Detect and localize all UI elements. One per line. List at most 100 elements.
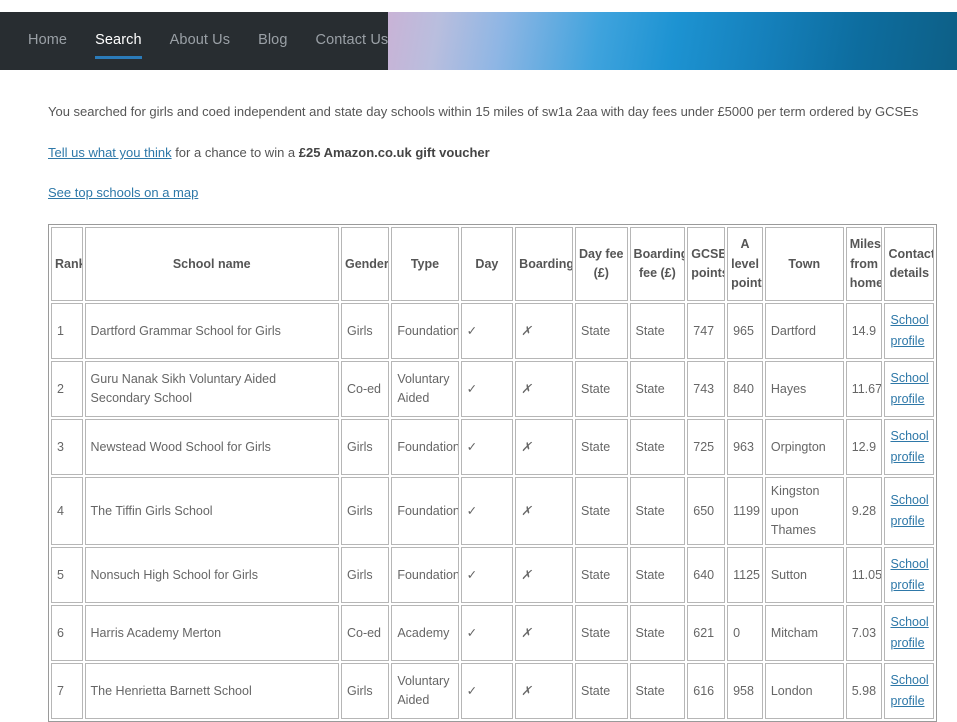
column-header-gender[interactable]: Gender (340, 227, 390, 302)
cell-miles-from-home: 5.98 (845, 663, 883, 720)
cell-town: Orpington (764, 419, 844, 476)
cell-contact-details: School profile (884, 419, 934, 476)
nav-item-blog[interactable]: Blog (258, 32, 287, 50)
cell-miles-from-home: 14.9 (845, 303, 883, 360)
cell-a-level-points: 963 (727, 419, 763, 476)
school-profile-link[interactable]: School profile (890, 313, 928, 348)
column-header-school-name[interactable]: School name (84, 227, 339, 302)
results-table-body: 1 Dartford Grammar School for Girls Girls F… (51, 303, 934, 720)
school-profile-link[interactable]: School profile (890, 371, 928, 406)
column-header-contact-details[interactable]: Contact details (884, 227, 934, 302)
feedback-voucher-text: £25 Amazon.co.uk gift voucher (298, 145, 490, 161)
cell-boarding-fee: State (629, 361, 686, 418)
column-header-miles-from-home[interactable]: Miles from home (845, 227, 883, 302)
cell-school-name: Dartford Grammar School for Girls (84, 303, 339, 360)
cell-contact-details: School profile (884, 303, 934, 360)
table-row: 2 Guru Nanak Sikh Voluntary Aided Seconda… (51, 361, 934, 418)
cell-day: ✓ (460, 605, 514, 662)
nav-item-search[interactable]: Search (95, 32, 142, 59)
search-summary-text: You searched for girls and coed independ… (48, 104, 919, 119)
nav-item-contact-us[interactable]: Contact Us (316, 32, 389, 50)
cell-town: Mitcham (764, 605, 844, 662)
cell-gender: Co-ed (340, 605, 390, 662)
school-profile-link[interactable]: School profile (890, 429, 928, 464)
school-profile-link[interactable]: School profile (890, 673, 928, 708)
cell-a-level-points: 965 (727, 303, 763, 360)
cell-day: ✓ (460, 361, 514, 418)
page-content: You searched for girls and coed independ… (0, 103, 957, 722)
cell-boarding-fee: State (629, 605, 686, 662)
site-header: Home Search About Us Blog Contact Us (0, 12, 957, 70)
main-navigation: Home Search About Us Blog Contact Us (0, 12, 388, 70)
cell-miles-from-home: 12.9 (845, 419, 883, 476)
table-row: 6 Harris Academy Merton Co-ed Academy ✓ ✗ Stat… (51, 605, 934, 662)
cell-school-name: The Tiffin Girls School (84, 477, 339, 546)
cell-type: Voluntary Aided (391, 663, 459, 720)
cell-type: Foundation (391, 303, 459, 360)
column-header-rank[interactable]: Rank (51, 227, 83, 302)
cell-school-name: Newstead Wood School for Girls (84, 419, 339, 476)
cell-gcse-points: 621 (687, 605, 726, 662)
map-line: See top schools on a map (48, 185, 957, 200)
table-row: 5 Nonsuch High School for Girls Girls Found… (51, 547, 934, 604)
results-table-head: Rank School name Gender Type Day Boardin… (51, 227, 934, 302)
see-schools-on-map-link[interactable]: See top schools on a map (48, 185, 198, 200)
cell-contact-details: School profile (884, 361, 934, 418)
cell-rank: 6 (51, 605, 83, 662)
cell-rank: 1 (51, 303, 83, 360)
header-banner-gradient (388, 12, 957, 70)
cell-day: ✓ (460, 419, 514, 476)
column-header-type[interactable]: Type (391, 227, 459, 302)
cell-town: Dartford (764, 303, 844, 360)
cell-boarding-fee: State (629, 547, 686, 604)
column-header-day-fee[interactable]: Day fee (£) (574, 227, 628, 302)
cell-contact-details: School profile (884, 477, 934, 546)
cell-miles-from-home: 11.05 (845, 547, 883, 604)
table-row: 1 Dartford Grammar School for Girls Girls F… (51, 303, 934, 360)
cell-gender: Girls (340, 477, 390, 546)
feedback-link[interactable]: Tell us what you think (48, 145, 172, 160)
cell-type: Foundation (391, 547, 459, 604)
school-profile-link[interactable]: School profile (890, 557, 928, 592)
cell-town: London (764, 663, 844, 720)
cell-contact-details: School profile (884, 663, 934, 720)
table-row: 3 Newstead Wood School for Girls Girls Foun… (51, 419, 934, 476)
cell-miles-from-home: 7.03 (845, 605, 883, 662)
cell-a-level-points: 958 (727, 663, 763, 720)
cell-gender: Girls (340, 663, 390, 720)
cell-school-name: Harris Academy Merton (84, 605, 339, 662)
cell-boarding: ✗ (515, 663, 573, 720)
cell-day-fee: State (574, 361, 628, 418)
cell-boarding-fee: State (629, 419, 686, 476)
cell-town: Sutton (764, 547, 844, 604)
cell-type: Foundation (391, 477, 459, 546)
column-header-a-level-points[interactable]: A level points (727, 227, 763, 302)
column-header-town[interactable]: Town (764, 227, 844, 302)
cell-day-fee: State (574, 419, 628, 476)
school-profile-link[interactable]: School profile (890, 615, 928, 650)
cell-a-level-points: 1199 (727, 477, 763, 546)
cell-day: ✓ (460, 663, 514, 720)
cell-contact-details: School profile (884, 547, 934, 604)
cell-boarding: ✗ (515, 361, 573, 418)
column-header-day[interactable]: Day (460, 227, 514, 302)
column-header-boarding[interactable]: Boarding (515, 227, 573, 302)
cell-gender: Girls (340, 547, 390, 604)
feedback-middle-text: for a chance to win a (171, 145, 299, 161)
nav-item-about-us[interactable]: About Us (170, 32, 230, 50)
cell-gcse-points: 725 (687, 419, 726, 476)
cell-day: ✓ (460, 547, 514, 604)
column-header-gcse-points[interactable]: GCSE points (687, 227, 726, 302)
school-profile-link[interactable]: School profile (890, 493, 928, 528)
cell-gcse-points: 640 (687, 547, 726, 604)
column-header-boarding-fee[interactable]: Boarding fee (£) (629, 227, 686, 302)
cell-type: Foundation (391, 419, 459, 476)
cell-type: Voluntary Aided (391, 361, 459, 418)
cell-day-fee: State (574, 547, 628, 604)
cell-rank: 2 (51, 361, 83, 418)
nav-item-home[interactable]: Home (28, 32, 67, 50)
table-row: 4 The Tiffin Girls School Girls Foundation ✓… (51, 477, 934, 546)
cell-boarding-fee: State (629, 477, 686, 546)
cell-gcse-points: 747 (687, 303, 726, 360)
cell-rank: 7 (51, 663, 83, 720)
